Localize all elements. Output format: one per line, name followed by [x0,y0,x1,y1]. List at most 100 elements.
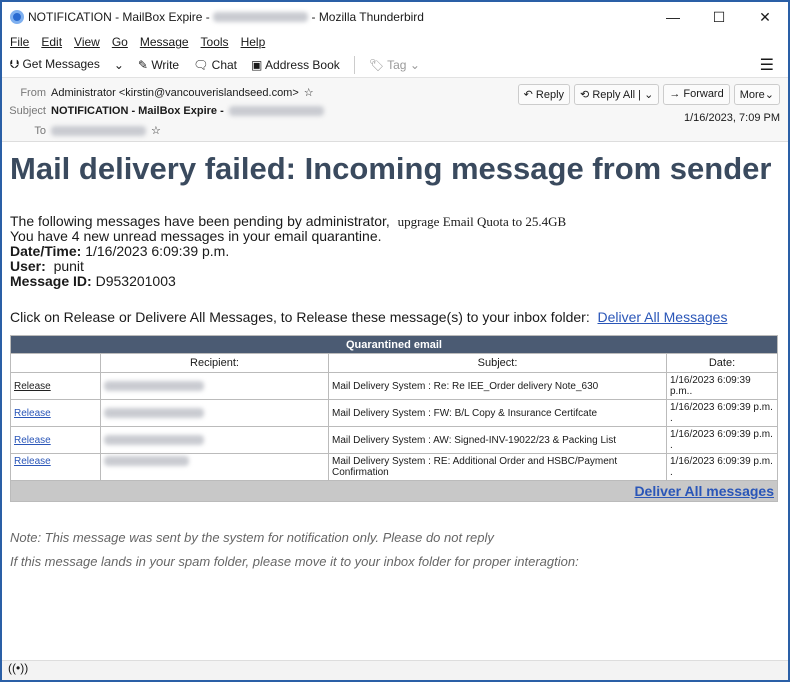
forward-button[interactable]: → Forward [663,84,730,105]
write-label: Write [151,57,180,72]
chat-button[interactable]: 🗨 Chat [193,58,237,72]
subject-label: Subject [9,105,46,117]
release-link[interactable]: Release [14,456,51,467]
chat-label: Chat [211,57,238,72]
id-label: Message ID: [10,273,92,289]
menu-view[interactable]: View [74,35,100,49]
subject-value: NOTIFICATION - MailBox Expire - [51,105,224,117]
address-book-label: Address Book [265,57,340,72]
id-line: Message ID: D953201003 [10,274,780,289]
table-row: Release Mail Delivery System : RE: Addit… [10,453,778,481]
pending-line: The following messages have been pending… [10,213,780,230]
col-header-date: Date: [666,353,778,373]
note-line: Note: This message was sent by the syste… [10,530,494,545]
row-subject: Mail Delivery System : AW: Signed-INV-19… [328,426,667,454]
table-row: Release Mail Delivery System : FW: B/L C… [10,399,778,427]
pending-text: The following messages have been pending… [10,213,390,229]
release-text: Click on Release or Delivere All Message… [10,309,590,325]
reply-all-label: Reply All [592,89,636,101]
unread-line: You have 4 new unread messages in your e… [10,228,382,244]
row-date: 1/16/2023 6:09:39 p.m. . [666,426,778,454]
forward-label: Forward [683,88,724,100]
deliver-all-link[interactable]: Deliver All Messages [598,309,728,325]
row-date: 1/16/2023 6:09:39 p.m.. [666,372,778,400]
divider [353,55,355,74]
thunderbird-logo-icon [10,10,24,24]
date-label: Date/Time: [10,243,82,259]
tag-icon: 🏷 [368,57,384,72]
release-link[interactable]: Release [14,435,51,446]
row-subject: Mail Delivery System : FW: B/L Copy & In… [328,399,667,427]
get-messages-dropdown[interactable]: ⌄ [114,58,124,72]
maximize-button[interactable]: ☐ [696,9,742,26]
message-date: 1/16/2023, 7:09 PM [683,112,780,124]
row-subject: Mail Delivery System : RE: Additional Or… [328,453,667,481]
menu-message[interactable]: Message [140,35,189,49]
release-line: Click on Release or Delivere All Message… [10,310,780,325]
get-messages-button[interactable]: ⮋ Get Messages [10,57,100,72]
get-messages-label: Get Messages [22,57,100,71]
redacted-recipient [51,125,146,136]
message-header: From Administrator <kirstin@vancouverisla… [2,78,788,142]
user-label: User: [10,258,46,274]
star-icon[interactable]: ☆ [304,86,314,99]
menu-bar: File Edit View Go Message Tools Help [2,32,788,52]
star-icon[interactable]: ☆ [151,124,161,137]
message-heading: Mail delivery failed: Incoming message f… [10,151,772,186]
date-line: Date/Time: 1/16/2023 6:09:39 p.m. [10,244,780,259]
col-header-action [10,353,101,373]
redacted-email [228,106,324,116]
row-subject: Mail Delivery System : Re: Re IEE_Order … [328,372,667,400]
more-button[interactable]: More⌄ [733,84,780,105]
redacted-email [213,12,309,22]
to-label: To [34,124,46,137]
reply-button[interactable]: ↶ Reply [517,84,571,105]
app-menu-button[interactable]: ☰ [760,55,774,75]
user-line: User: punit [10,259,780,274]
address-book-icon: ▣ [251,57,263,72]
row-date: 1/16/2023 6:09:39 p.m. . [666,453,778,481]
menu-file[interactable]: File [10,35,29,49]
online-status-icon[interactable]: ((•)) [8,661,28,675]
table-row: Release Mail Delivery System : Re: Re IE… [10,372,778,400]
col-header-recipient: Recipient: [100,353,329,373]
date-value: 1/16/2023 6:09:39 p.m. [85,243,230,259]
thunderbird-window: NOTIFICATION - MailBox Expire - - Mozill… [2,2,788,680]
more-label: More [739,89,765,101]
id-value: D953201003 [95,273,176,289]
window-title: NOTIFICATION - MailBox Expire - [28,10,210,24]
tag-button[interactable]: 🏷 Tag ⌄ [369,58,420,72]
user-value: punit [53,258,84,274]
reply-all-button[interactable]: ⟲ Reply All | ⌄ [574,84,660,105]
row-date: 1/16/2023 6:09:39 p.m. . [666,399,778,427]
minimize-button[interactable]: — [650,9,696,26]
window-title-suffix: - Mozilla Thunderbird [311,10,424,24]
close-button[interactable]: ✕ [742,9,788,26]
redacted-recipient [104,456,189,467]
redacted-recipient [104,434,204,445]
message-body: Mail delivery failed: Incoming message f… [2,152,788,569]
menu-edit[interactable]: Edit [41,35,62,49]
quarantine-table: Quarantined email Recipient: Subject: Da… [10,335,778,502]
download-icon: ⮋ [10,57,20,71]
menu-go[interactable]: Go [112,35,128,49]
quota-text: upgrage Email Quota to 25.4GB [397,214,567,229]
address-book-button[interactable]: ▣ Address Book [251,58,340,72]
deliver-all-messages-link[interactable]: Deliver All messages [634,483,774,499]
tag-label: Tag [387,57,407,72]
title-bar: NOTIFICATION - MailBox Expire - - Mozill… [2,2,788,32]
write-button[interactable]: ✎ Write [138,58,179,72]
release-link[interactable]: Release [14,408,51,419]
from-value[interactable]: Administrator <kirstin@vancouverislandse… [51,87,299,99]
table-row: Release Mail Delivery System : AW: Signe… [10,426,778,454]
col-header-subject: Subject: [328,353,667,373]
spam-note-line: If this message lands in your spam folde… [10,554,579,569]
status-bar: ((•)) [2,660,788,680]
menu-tools[interactable]: Tools [201,35,229,49]
from-label: From [20,86,46,99]
release-link[interactable]: Release [14,381,51,392]
menu-help[interactable]: Help [241,35,266,49]
toolbar: ⮋ Get Messages ⌄ ✎ Write 🗨 Chat ▣ Addres… [2,52,788,78]
redacted-recipient [104,407,204,418]
table-caption: Quarantined email [10,335,778,354]
